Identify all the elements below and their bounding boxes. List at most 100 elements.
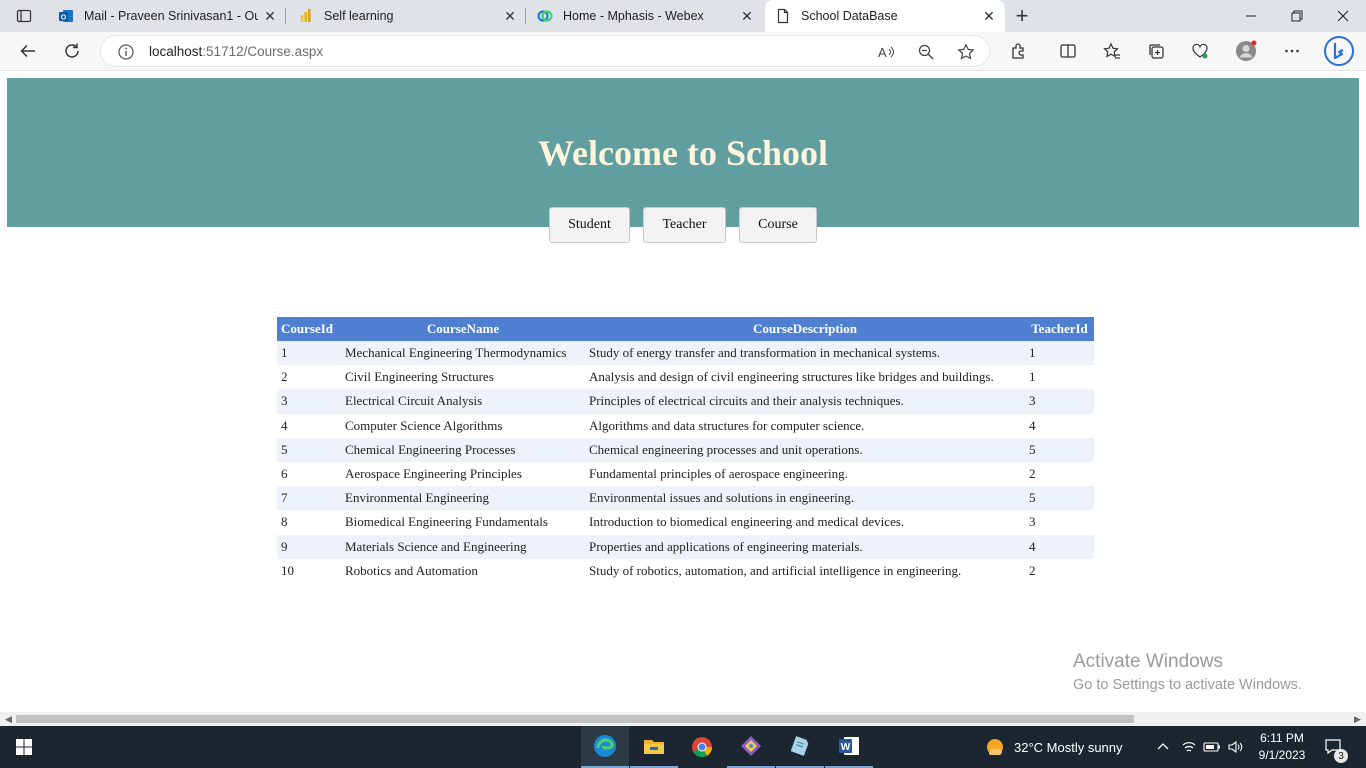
table-row: 4 Computer Science Algorithms Algorithms… [277, 413, 1094, 438]
cell-teacherid: 3 [1025, 389, 1094, 414]
restore-icon[interactable] [1274, 0, 1320, 32]
cell-coursename: Aerospace Engineering Principles [341, 461, 585, 487]
column-header-coursename: CourseName [341, 317, 585, 341]
cell-coursedescription: Principles of electrical circuits and th… [585, 389, 1025, 414]
close-tab-icon[interactable]: ✕ [977, 4, 1001, 28]
read-aloud-icon[interactable]: A [875, 41, 897, 63]
weather-sunny-icon [984, 736, 1006, 758]
cell-teacherid: 3 [1025, 510, 1094, 535]
horizontal-scrollbar[interactable]: ◀ ▶ [0, 712, 1366, 726]
scroll-right-icon[interactable]: ▶ [1354, 714, 1361, 725]
cell-coursename: Robotics and Automation [341, 558, 585, 583]
cell-courseid: 3 [277, 389, 341, 414]
word-icon[interactable]: W [825, 726, 873, 768]
cell-coursename: Biomedical Engineering Fundamentals [341, 510, 585, 535]
column-header-coursedescription: CourseDescription [585, 317, 1025, 341]
tab-webex[interactable]: Home - Mphasis - Webex ✕ [527, 0, 763, 32]
page-icon [775, 8, 791, 24]
table-row: 9 Materials Science and Engineering Prop… [277, 534, 1094, 559]
url-text: localhost:51712/Course.aspx [149, 44, 323, 59]
refresh-icon[interactable] [57, 37, 87, 65]
cell-teacherid: 5 [1025, 437, 1094, 462]
system-clock[interactable]: 6:11 PM 9/1/2023 [1246, 730, 1318, 764]
cell-coursedescription: Study of robotics, automation, and artif… [585, 558, 1025, 583]
wifi-icon[interactable] [1181, 726, 1197, 768]
notification-count-badge: 3 [1334, 749, 1348, 763]
cell-teacherid: 2 [1025, 461, 1094, 487]
watermark-title: Activate Windows [1073, 651, 1223, 672]
cell-courseid: 7 [277, 486, 341, 511]
close-tab-icon[interactable]: ✕ [735, 4, 759, 28]
header-banner: Welcome to School Student Teacher Course [7, 78, 1359, 243]
profile-avatar-icon[interactable] [1231, 37, 1261, 65]
svg-text:W: W [841, 742, 851, 753]
cell-coursename: Environmental Engineering [341, 486, 585, 511]
cell-courseid: 6 [277, 461, 341, 487]
cell-courseid: 5 [277, 437, 341, 462]
close-tab-icon[interactable]: ✕ [258, 4, 282, 28]
tab-school-database[interactable]: School DataBase ✕ [765, 0, 1005, 32]
powerbi-icon [298, 8, 314, 24]
cell-coursedescription: Environmental issues and solutions in en… [585, 486, 1025, 511]
table-row: 10 Robotics and Automation Study of robo… [277, 558, 1094, 583]
minimize-icon[interactable] [1228, 0, 1274, 32]
performance-icon[interactable] [1185, 37, 1215, 65]
cell-coursedescription: Study of energy transfer and transformat… [585, 341, 1025, 366]
cell-coursename: Civil Engineering Structures [341, 365, 585, 390]
close-tab-icon[interactable]: ✕ [498, 4, 522, 28]
url-path: :51712/Course.aspx [202, 44, 324, 59]
cell-coursename: Electrical Circuit Analysis [341, 389, 585, 414]
browser-toolbar: localhost:51712/Course.aspx A [0, 32, 1366, 71]
cell-courseid: 4 [277, 413, 341, 438]
tab-outlook-mail[interactable]: O Mail - Praveen Srinivasan1 - Outl ✕ [48, 0, 286, 32]
windows-start-icon[interactable] [0, 726, 48, 768]
volume-icon[interactable] [1227, 726, 1243, 768]
collections-icon[interactable] [1141, 37, 1171, 65]
battery-icon[interactable] [1203, 726, 1221, 768]
cell-courseid: 2 [277, 365, 341, 390]
tab-actions-icon[interactable] [8, 4, 40, 28]
bing-copilot-icon[interactable] [1322, 34, 1356, 68]
table-row: 8 Biomedical Engineering Fundamentals In… [277, 510, 1094, 535]
close-window-icon[interactable] [1320, 0, 1366, 32]
browser-tab-strip: O Mail - Praveen Srinivasan1 - Outl ✕ Se… [0, 0, 1366, 32]
cell-teacherid: 5 [1025, 486, 1094, 511]
address-bar[interactable]: localhost:51712/Course.aspx A [100, 35, 990, 67]
new-tab-icon[interactable]: + [1010, 3, 1034, 28]
scrollbar-thumb[interactable] [16, 715, 1134, 723]
cell-coursename: Mechanical Engineering Thermodynamics [341, 341, 585, 366]
visual-studio-installer-icon[interactable] [727, 726, 775, 768]
course-table: CourseId CourseName CourseDescription Te… [277, 317, 1094, 583]
course-button[interactable]: Course [739, 207, 817, 243]
notepad-icon[interactable] [776, 726, 824, 768]
svg-text:O: O [61, 15, 67, 22]
extensions-icon[interactable] [1004, 37, 1034, 65]
chrome-icon[interactable] [678, 726, 726, 768]
student-button[interactable]: Student [549, 207, 630, 243]
cell-courseid: 10 [277, 558, 341, 583]
page-title: Welcome to School [538, 133, 828, 173]
outlook-icon: O [58, 8, 74, 24]
scroll-left-icon[interactable]: ◀ [5, 714, 12, 725]
edge-browser-icon[interactable] [581, 726, 629, 768]
zoom-icon[interactable] [915, 41, 937, 63]
back-icon[interactable] [13, 37, 43, 65]
cell-coursename: Chemical Engineering Processes [341, 437, 585, 462]
show-hidden-icons-icon[interactable] [1156, 726, 1170, 768]
favorites-icon[interactable] [1097, 37, 1127, 65]
table-row: 2 Civil Engineering Structures Analysis … [277, 365, 1094, 390]
cell-teacherid: 1 [1025, 365, 1094, 390]
weather-text: 32°C Mostly sunny [1014, 739, 1123, 755]
tab-self-learning[interactable]: Self learning ✕ [288, 0, 526, 32]
cell-teacherid: 2 [1025, 558, 1094, 583]
teacher-button[interactable]: Teacher [643, 207, 726, 243]
svg-text:A: A [878, 45, 887, 60]
more-options-icon[interactable] [1277, 37, 1307, 65]
notifications-icon[interactable]: 3 [1324, 726, 1348, 768]
site-info-icon[interactable] [117, 43, 135, 61]
file-explorer-icon[interactable] [630, 726, 678, 768]
favorite-star-icon[interactable] [955, 41, 977, 63]
cell-coursename: Materials Science and Engineering [341, 534, 585, 559]
split-screen-icon[interactable] [1053, 37, 1083, 65]
weather-widget[interactable]: 32°C Mostly sunny [984, 726, 1123, 768]
